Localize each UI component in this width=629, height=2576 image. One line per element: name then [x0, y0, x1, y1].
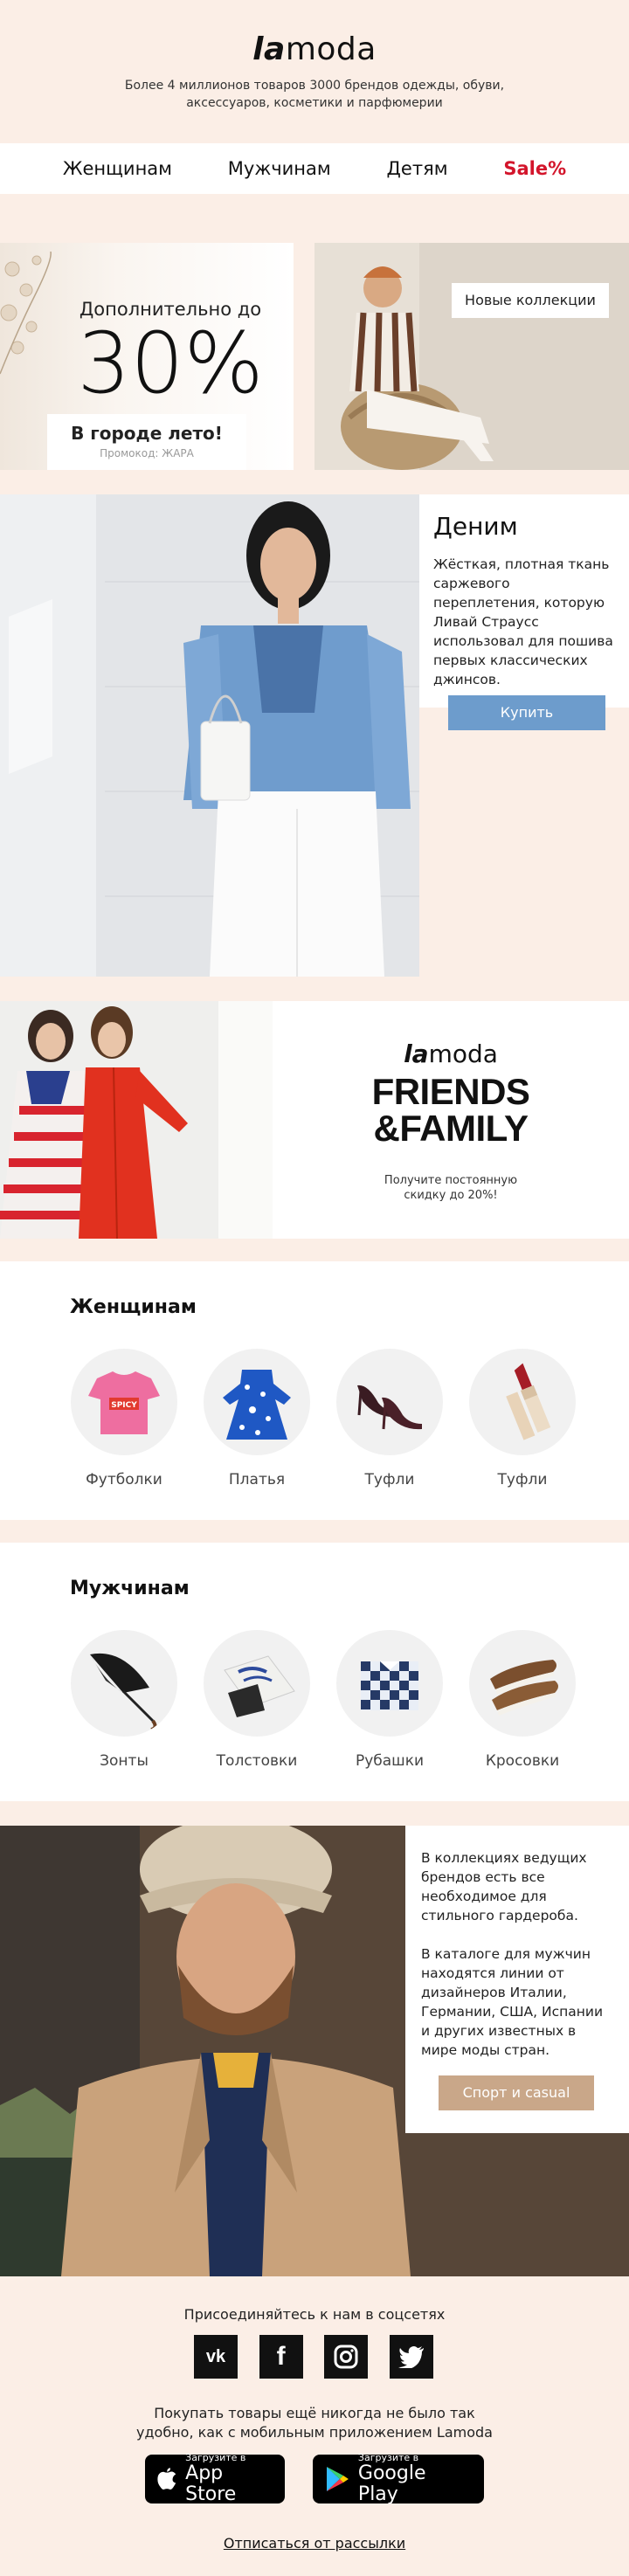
google-play-button[interactable]: Загрузите в Google Play	[313, 2453, 484, 2505]
sweatshirt-circle	[204, 1630, 310, 1737]
tshirt-print: SPICY	[111, 1401, 137, 1410]
category-item[interactable]: Рубашки	[335, 1630, 444, 1770]
denim-title: Деним	[433, 512, 518, 541]
google-big-text: Google Play	[357, 2462, 426, 2505]
instagram-icon[interactable]	[324, 2335, 369, 2379]
high-heels-icon	[357, 1385, 422, 1430]
two-women-dresses-image	[0, 1001, 273, 1239]
category-item[interactable]: Туфли	[335, 1349, 444, 1488]
flower-decoration	[0, 251, 52, 375]
heels-circle	[336, 1349, 443, 1455]
new-collections-button[interactable]: Новые коллекции	[452, 283, 609, 318]
ff-title-line1: FRIENDS	[371, 1071, 530, 1112]
ff-lamoda-logo: lamoda	[273, 1039, 629, 1068]
men-promo-text-2: В каталоге для мужчин находятся линии от…	[421, 1946, 604, 2058]
checked-shirt-icon	[361, 1661, 418, 1710]
ff-logo-moda: moda	[428, 1039, 498, 1068]
social-links: vk f	[194, 2335, 433, 2379]
ff-title-line2: &FAMILY	[373, 1108, 529, 1149]
tshirt-icon: SPICY	[88, 1371, 160, 1434]
promo-code-box[interactable]: В городе лето! Промокод: ЖАРА	[47, 414, 246, 470]
main-nav: Женщинам Мужчинам Детям Sale%	[0, 143, 629, 194]
category-item[interactable]: Толстовки	[203, 1630, 311, 1770]
lipstick-icon	[506, 1363, 551, 1440]
lamoda-logo[interactable]: lamoda	[0, 31, 629, 67]
ff-logo-la: la	[404, 1039, 429, 1068]
umbrella-circle	[71, 1630, 177, 1737]
app-store-links: Загрузите в App Store Загрузите в Google…	[145, 2453, 484, 2505]
appstore-big-text: App Store	[185, 2462, 237, 2505]
men-title: Мужчинам	[70, 1578, 190, 1599]
tagline: Более 4 миллионов товаров 3000 брендов о…	[124, 79, 505, 110]
woman-denim-jacket-image	[0, 494, 419, 977]
category-label: Платья	[228, 1471, 286, 1488]
category-item[interactable]: Платья	[203, 1349, 311, 1488]
buy-button[interactable]: Купить	[448, 695, 605, 730]
category-item[interactable]: SPICY Футболки	[70, 1349, 178, 1488]
sport-casual-button[interactable]: Спорт и casual	[439, 2075, 594, 2110]
category-label: Кросовки	[485, 1752, 560, 1770]
promo-code: Промокод: ЖАРА	[100, 447, 194, 459]
category-label: Зонты	[100, 1752, 149, 1770]
app-text: Покупать товары ещё никогда не было так …	[136, 2405, 493, 2441]
sneakers-circle	[469, 1630, 576, 1737]
ff-text: Получите постоянную скидку до 20%!	[384, 1174, 518, 1202]
logo-la: la	[252, 31, 286, 67]
denim-photo[interactable]	[0, 494, 419, 977]
tshirt-circle: SPICY	[71, 1349, 177, 1455]
app-store-button[interactable]: Загрузите в App Store	[145, 2453, 285, 2505]
vk-icon[interactable]: vk	[194, 2335, 238, 2379]
sneakers-icon	[490, 1660, 558, 1716]
lipstick-circle	[469, 1349, 576, 1455]
twitter-icon[interactable]	[389, 2335, 433, 2379]
category-label: Туфли	[497, 1471, 548, 1488]
model-in-chair-image	[314, 243, 629, 470]
category-item[interactable]: Зонты	[70, 1630, 178, 1770]
logo-moda: moda	[285, 31, 377, 67]
category-label: Толстовки	[216, 1752, 298, 1770]
umbrella-icon	[90, 1653, 157, 1731]
promo-box-title: В городе лето!	[71, 423, 223, 444]
denim-card: Деним Жёсткая, плотная ткань саржевого п…	[419, 494, 629, 708]
men-promo-text-1: В коллекциях ведущих брендов есть все не…	[421, 1850, 587, 1923]
category-item[interactable]: Кросовки	[468, 1630, 577, 1770]
unsubscribe-link[interactable]: Отписаться от рассылки	[0, 2535, 629, 2552]
promo-percent: 30%	[77, 314, 264, 412]
sweatshirt-icon	[224, 1655, 295, 1717]
nav-kids[interactable]: Детям	[387, 158, 448, 179]
social-title: Присоединяйтесь к нам в соцсетях	[183, 2306, 446, 2323]
category-label: Рубашки	[355, 1752, 425, 1770]
women-title: Женщинам	[70, 1296, 197, 1318]
nav-men[interactable]: Мужчинам	[228, 158, 331, 179]
nav-women[interactable]: Женщинам	[63, 158, 172, 179]
nav-sale[interactable]: Sale%	[503, 158, 566, 179]
facebook-icon[interactable]: f	[259, 2335, 303, 2379]
friends-family-photo[interactable]	[0, 1001, 273, 1239]
shirt-circle	[336, 1630, 443, 1737]
apple-icon	[157, 2468, 176, 2490]
category-label: Футболки	[86, 1471, 162, 1488]
new-collections-photo[interactable]	[314, 243, 629, 470]
google-play-icon	[326, 2467, 349, 2491]
category-item[interactable]: Туфли	[468, 1349, 577, 1488]
women-categories: Женщинам SPICY Футболки Платья Туфли Туф…	[0, 1261, 629, 1520]
friends-family-card[interactable]: lamoda FRIENDS &FAMILY Получите постоянн…	[273, 1001, 629, 1239]
category-label: Туфли	[364, 1471, 415, 1488]
dress-icon	[223, 1370, 291, 1440]
men-categories: Мужчинам Зонты Толстовки Рубашки Кросовк…	[0, 1543, 629, 1801]
dress-circle	[204, 1349, 310, 1455]
denim-text: Жёсткая, плотная ткань саржевого перепле…	[433, 556, 613, 687]
